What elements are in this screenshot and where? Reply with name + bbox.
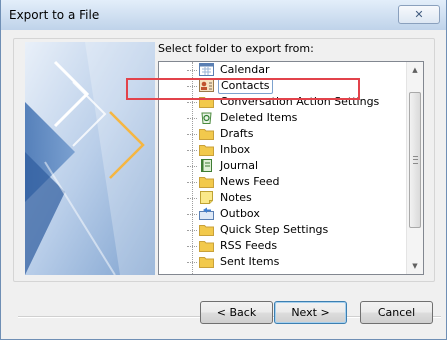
folder-prompt: Select folder to export from: — [158, 42, 314, 55]
folder-icon — [199, 177, 214, 188]
calendar-icon — [199, 63, 214, 76]
tree-item-label: News Feed — [220, 175, 280, 188]
tree-item-label: Notes — [220, 191, 252, 204]
recycle-folder-icon — [201, 112, 212, 124]
cancel-button[interactable]: Cancel — [360, 301, 433, 324]
scroll-thumb[interactable] — [409, 92, 421, 228]
tree-item-label: Calendar — [220, 63, 270, 76]
next-button[interactable]: Next > — [274, 301, 347, 324]
tree-item-label: Drafts — [220, 127, 254, 140]
journal-icon — [201, 159, 212, 172]
notes-icon — [200, 191, 213, 204]
tree-scrollbar[interactable]: ▲ ▼ — [406, 62, 423, 274]
tree-item-label: Inbox — [220, 143, 251, 156]
export-dialog: Export to a File ✕ Select folder to expo… — [0, 0, 447, 340]
tree-item-label: RSS Feeds — [220, 239, 278, 252]
grip-icon — [413, 156, 418, 164]
dialog-body: Select folder to export from: Calendar C… — [6, 30, 443, 334]
window-title: Export to a File — [9, 8, 100, 22]
close-icon: ✕ — [414, 8, 424, 21]
annotation-highlight — [126, 78, 360, 100]
folder-icon — [199, 145, 214, 156]
folder-icon — [199, 225, 214, 236]
folder-icon — [199, 257, 214, 268]
folder-icon — [199, 241, 214, 252]
tree-item-label: Journal — [220, 159, 259, 172]
scroll-down-icon[interactable]: ▼ — [407, 258, 423, 274]
scroll-up-icon[interactable]: ▲ — [407, 62, 423, 78]
content-frame: Select folder to export from: Calendar C… — [13, 38, 435, 282]
tree-item-label: Sent Items — [220, 255, 280, 268]
outbox-icon — [199, 207, 214, 220]
close-button[interactable]: ✕ — [398, 5, 440, 24]
wizard-illustration — [25, 42, 155, 275]
back-button[interactable]: < Back — [200, 301, 273, 324]
title-bar: Export to a File ✕ — [1, 0, 446, 30]
tree-item-label: Outbox — [220, 207, 260, 220]
folder-icon — [199, 129, 214, 140]
tree-item-label: Quick Step Settings — [220, 223, 329, 236]
tree-item-label: Deleted Items — [220, 111, 298, 124]
